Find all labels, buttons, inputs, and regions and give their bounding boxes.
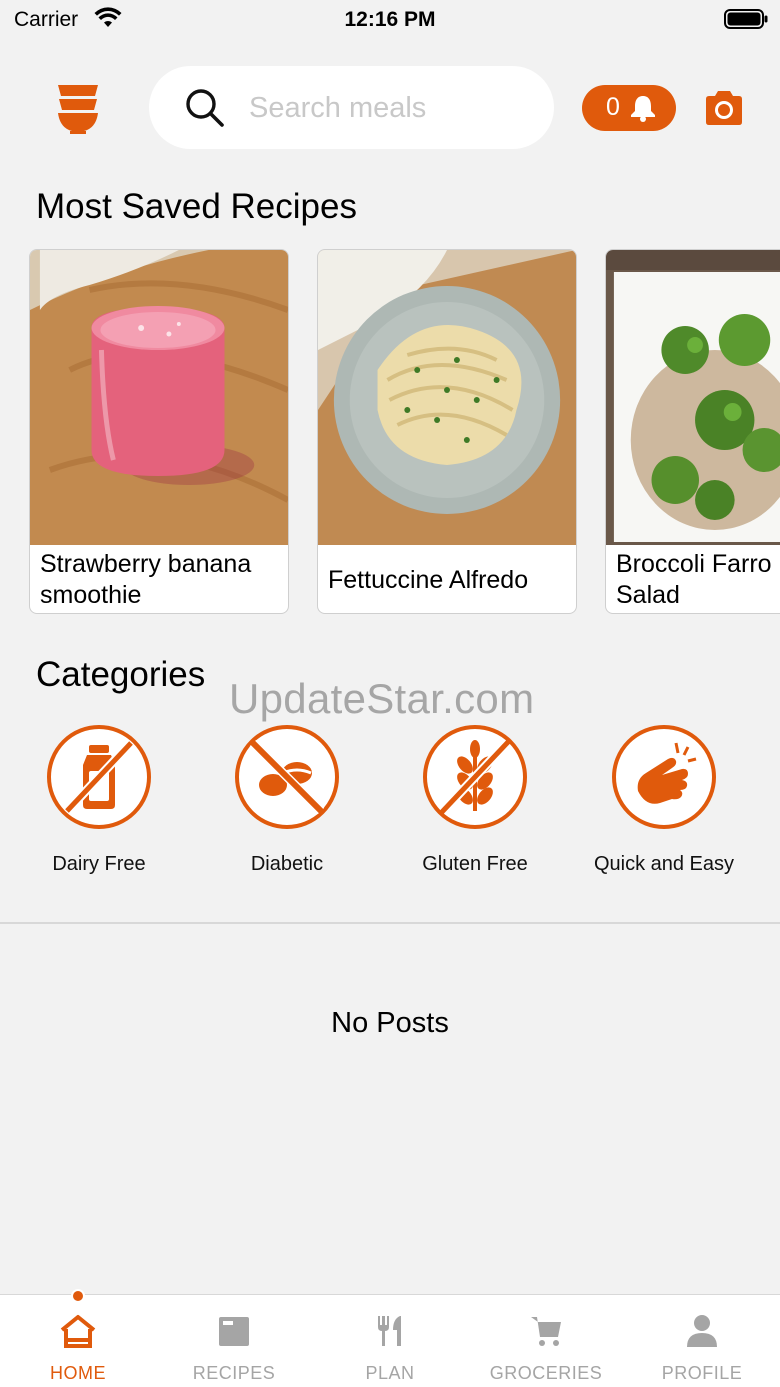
recipe-title: Fettuccine Alfredo (328, 565, 529, 594)
section-divider (0, 922, 780, 924)
empty-feed-message: No Posts (331, 1007, 449, 1039)
tab-label: HOME (50, 1363, 106, 1383)
tab-label: PLAN (365, 1363, 415, 1383)
recipe-card-smoothie[interactable]: Strawberry banana smoothie (29, 249, 289, 614)
category-gluten-free[interactable]: Gluten Free (380, 725, 570, 876)
search-bar[interactable] (149, 66, 554, 149)
category-label: Dairy Free (52, 853, 146, 875)
home-icon (60, 1315, 96, 1348)
categories-title: Categories (36, 655, 206, 694)
status-bar: Carrier 12:16 PM (0, 0, 780, 40)
category-label: Quick and Easy (593, 853, 735, 875)
tab-label: PROFILE (661, 1363, 743, 1383)
tab-profile[interactable]: PROFILE (624, 1295, 780, 1387)
search-input[interactable] (249, 88, 529, 128)
camera-icon[interactable] (703, 89, 745, 127)
tab-bar: HOME RECIPES PLAN GROCERIES PROFILE (0, 1289, 780, 1387)
tab-label: GROCERIES (489, 1363, 603, 1383)
watermark: UpdateStar.com (229, 675, 535, 722)
finger-snap-icon (637, 742, 697, 804)
search-icon (186, 89, 224, 127)
bowl-stack-icon[interactable] (56, 82, 100, 134)
bell-icon (631, 96, 655, 122)
cart-icon (531, 1317, 561, 1346)
category-diabetic[interactable]: Diabetic (192, 725, 382, 876)
tab-home[interactable]: HOME (0, 1289, 156, 1387)
tab-label: RECIPES (192, 1363, 276, 1383)
folder-icon (219, 1317, 249, 1346)
battery-icon (724, 9, 768, 29)
category-quick-and-easy[interactable]: Quick and Easy (569, 725, 759, 876)
recipe-image (318, 250, 576, 545)
recipe-card-fettuccine[interactable]: Fettuccine Alfredo (317, 249, 577, 614)
notification-count: 0 (606, 93, 620, 121)
recipe-image (606, 250, 780, 545)
recipe-title: Strawberry banana smoothie (40, 550, 252, 609)
tab-plan[interactable]: PLAN (312, 1295, 468, 1387)
category-dairy-free[interactable]: Dairy Free (4, 725, 194, 876)
category-label: Gluten Free (422, 853, 528, 875)
recipe-card-broccoli[interactable]: Broccoli Farro Salad (605, 249, 780, 614)
no-sugar-icon (248, 738, 326, 816)
person-icon (687, 1315, 717, 1347)
active-indicator (71, 1289, 85, 1303)
recipe-title: Broccoli Farro Salad (616, 550, 772, 609)
category-label: Diabetic (250, 853, 324, 875)
no-wheat-icon (439, 739, 511, 815)
tab-groceries[interactable]: GROCERIES (468, 1295, 624, 1387)
notifications-button[interactable]: 0 (582, 85, 676, 131)
recipe-image (30, 250, 288, 545)
fork-knife-icon (378, 1316, 401, 1346)
most-saved-title: Most Saved Recipes (36, 187, 357, 226)
clock: 12:16 PM (344, 8, 436, 31)
tab-recipes[interactable]: RECIPES (156, 1295, 312, 1387)
no-milk-icon (65, 741, 133, 813)
